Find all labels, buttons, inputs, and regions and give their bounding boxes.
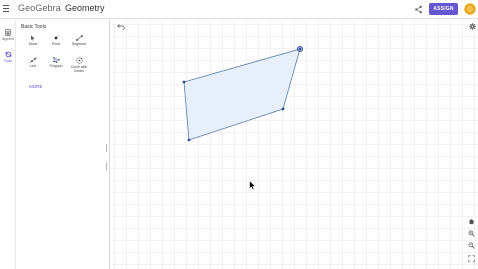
top-header: GeoGebra Geometry ASSIGN (0, 0, 478, 19)
polygon-icon (52, 57, 60, 63)
zoom-out-icon[interactable] (468, 242, 475, 249)
rail-item-algebra[interactable]: Algebra (0, 29, 16, 41)
avatar[interactable] (464, 3, 476, 15)
panel-resize-handle[interactable] (106, 139, 108, 170)
polygon-vertex-c[interactable] (281, 107, 285, 111)
polygon-vertex-d[interactable] (187, 138, 191, 142)
tools-panel: Basic Tools Move Point Segment Line Poly… (17, 20, 110, 269)
tool-circle-with-center[interactable]: Circle with Center (65, 57, 93, 73)
zoom-in-icon[interactable] (468, 230, 475, 237)
rail-label-algebra: Algebra (1, 37, 15, 41)
tool-segment[interactable]: Segment (65, 35, 93, 46)
more-tools-button[interactable]: MORE (29, 84, 43, 89)
calculator-icon (5, 29, 11, 36)
polygon-vertex-b-center (298, 47, 302, 51)
panel-title: Basic Tools (21, 24, 47, 30)
move-icon (31, 35, 35, 41)
tool-label-circle-with-center: Circle with Center (70, 65, 88, 74)
quadrilateral-polygon[interactable] (183, 48, 301, 141)
left-rail: Algebra Tools (0, 20, 16, 269)
tool-label-segment: Segment (71, 42, 87, 46)
point-icon (54, 35, 59, 40)
rail-label-tools: Tools (3, 59, 13, 63)
brand-logo-text: GeoGebra (18, 3, 61, 13)
app-title: Geometry (65, 3, 105, 13)
graphics-view[interactable] (111, 20, 478, 269)
geometry-canvas[interactable] (111, 20, 478, 269)
tools-icon (4, 51, 11, 58)
polygon-vertex-a[interactable] (182, 80, 186, 84)
assign-button[interactable]: ASSIGN (429, 3, 458, 15)
fullscreen-icon[interactable] (468, 255, 475, 262)
circle-with-center-icon (75, 57, 83, 64)
segment-icon (75, 35, 83, 41)
mouse-pointer-icon (249, 180, 256, 191)
line-icon (29, 57, 37, 63)
rail-item-tools[interactable]: Tools (0, 51, 16, 63)
home-icon[interactable] (468, 218, 475, 225)
geogebra-app: GeoGebra Geometry ASSIGN Algebra Tools B… (0, 0, 478, 269)
menu-icon[interactable] (3, 5, 9, 13)
share-icon[interactable] (414, 5, 423, 14)
